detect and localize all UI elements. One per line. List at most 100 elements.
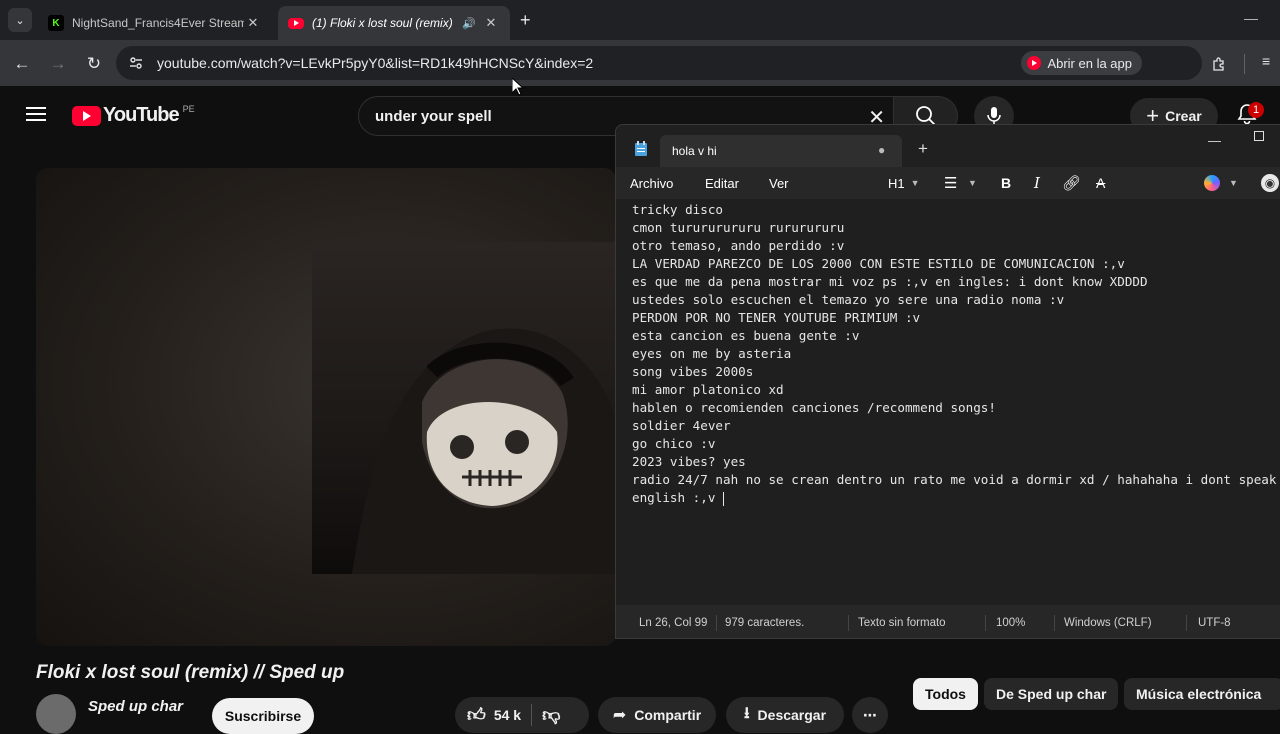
tab-search-button[interactable]: ⌄ xyxy=(8,8,32,32)
status-divider xyxy=(848,615,849,631)
heading-dropdown[interactable]: H1 ▼ xyxy=(888,176,920,191)
text-line: es que me da pena mostrar mi voz ps :,v … xyxy=(632,274,1148,289)
clear-format-icon[interactable]: A xyxy=(1096,175,1105,191)
download-button[interactable]: ⭳ Descargar xyxy=(726,697,844,733)
text-format[interactable]: Texto sin formato xyxy=(858,617,946,629)
browser-tab-strip: ⌄ K NightSand_Francis4Ever Stream ✕ (1) … xyxy=(0,0,1280,40)
extensions-icon[interactable] xyxy=(1206,51,1232,77)
hamburger-menu-icon[interactable] xyxy=(26,106,46,127)
status-divider xyxy=(1054,615,1055,631)
mouse-cursor-icon xyxy=(511,76,525,101)
text-line: esta cancion es buena gente :v xyxy=(632,328,860,343)
forward-icon[interactable]: → xyxy=(45,51,71,77)
country-code: PE xyxy=(182,103,195,114)
new-tab-icon[interactable]: + xyxy=(520,10,531,31)
account-icon[interactable]: ◉ xyxy=(1261,174,1279,192)
toolbar-divider xyxy=(1244,54,1245,74)
notepad-statusbar: Ln 26, Col 99 979 caracteres. Texto sin … xyxy=(616,607,1280,638)
minimize-window-icon[interactable]: — xyxy=(1244,10,1258,26)
notepad-text-area[interactable]: tricky disco cmon turururururu rururururu… xyxy=(616,199,1280,605)
tab-title: NightSand_Francis4Ever Stream xyxy=(72,16,244,30)
open-in-app-button[interactable]: Abrir en la app xyxy=(1021,51,1142,75)
text-line: ustedes solo escuchen el temazo yo sere … xyxy=(632,292,1065,307)
reading-list-icon[interactable]: ≡ xyxy=(1262,53,1270,69)
video-frame-image xyxy=(312,242,616,574)
notification-count-badge: 1 xyxy=(1248,102,1264,118)
share-icon: ➦ xyxy=(612,707,627,724)
tab-title: (1) Floki x lost soul (remix) xyxy=(312,16,453,30)
chip-electronic[interactable]: Música electrónica xyxy=(1124,678,1280,710)
text-line: hablen o recomienden canciones /recommen… xyxy=(632,400,996,415)
text-line: tricky disco xyxy=(632,202,723,217)
encoding[interactable]: UTF-8 xyxy=(1198,617,1231,629)
character-count: 979 caracteres. xyxy=(725,617,805,629)
notepad-tab[interactable]: hola v hi ● xyxy=(660,135,902,167)
site-settings-icon[interactable] xyxy=(128,55,144,76)
download-label: Descargar xyxy=(757,707,827,723)
video-player[interactable] xyxy=(36,168,616,646)
text-line: go chico :v xyxy=(632,436,716,451)
tab-nightsand[interactable]: K NightSand_Francis4Ever Stream ✕ xyxy=(38,6,272,40)
new-notepad-tab-icon[interactable]: + xyxy=(918,139,928,159)
text-line: PERDON POR NO TENER YOUTUBE PRIMIUM :v xyxy=(632,310,921,325)
youtube-app-icon xyxy=(1027,56,1042,70)
like-count[interactable]: 54 k xyxy=(494,707,521,723)
like-dislike-group: 👍︎ 54 k 👎︎ xyxy=(455,697,589,733)
notepad-menubar: Archivo Editar Ver H1 ▼ ☰ ▼ B I 🔗︎ A ▼ ◉ xyxy=(616,167,1280,199)
text-line: LA VERDAD PAREZCO DE LOS 2000 CON ESTE E… xyxy=(632,256,1125,271)
list-icon[interactable]: ☰ xyxy=(944,174,957,192)
unsaved-dot-icon[interactable]: ● xyxy=(878,143,885,157)
text-line: mi amor platonico xd xyxy=(632,382,784,397)
status-divider xyxy=(716,615,717,631)
close-tab-icon[interactable]: ✕ xyxy=(482,15,500,31)
tab-youtube[interactable]: (1) Floki x lost soul (remix) 🔊 ✕ xyxy=(278,6,510,40)
line-ending[interactable]: Windows (CRLF) xyxy=(1064,617,1152,629)
masked-figure-image xyxy=(352,328,616,574)
close-tab-icon[interactable]: ✕ xyxy=(244,15,262,31)
youtube-favicon-icon xyxy=(288,17,304,29)
heading-label: H1 xyxy=(888,175,905,191)
back-icon[interactable]: ← xyxy=(9,51,35,77)
omnibox[interactable]: youtube.com/watch?v=LEvkPr5pyY0&list=RD1… xyxy=(116,46,1202,80)
italic-icon[interactable]: I xyxy=(1034,174,1040,192)
search-query: under your spell xyxy=(375,107,492,125)
download-icon: ⭳ xyxy=(743,704,750,722)
chip-channel[interactable]: De Sped up char xyxy=(984,678,1119,710)
cursor-position: Ln 26, Col 99 xyxy=(639,617,708,629)
create-label: Crear xyxy=(1165,108,1202,124)
menu-file[interactable]: Archivo xyxy=(630,176,673,191)
share-label: Compartir xyxy=(634,707,702,723)
text-line: song vibes 2000s xyxy=(632,364,754,379)
notepad-maximize-icon[interactable] xyxy=(1254,131,1264,141)
notepad-window: hola v hi ● + — Archivo Editar Ver H1 ▼ … xyxy=(615,124,1280,639)
youtube-logo-icon xyxy=(72,105,101,126)
chevron-down-icon[interactable]: ▼ xyxy=(1229,178,1238,188)
like-icon[interactable]: 👍︎ xyxy=(467,704,486,726)
channel-name[interactable]: Sped up char xyxy=(88,698,183,715)
chip-all[interactable]: Todos xyxy=(913,678,978,710)
text-line: eyes on me by asteria xyxy=(632,346,792,361)
status-divider xyxy=(985,615,986,631)
menu-view[interactable]: Ver xyxy=(769,176,789,191)
chevron-down-icon[interactable]: ▼ xyxy=(968,178,977,188)
copilot-icon[interactable] xyxy=(1204,175,1220,191)
link-icon[interactable]: 🔗︎ xyxy=(1062,174,1081,192)
video-title: Floki x lost soul (remix) // Sped up xyxy=(36,662,345,683)
text-line: 2023 vibes? yes xyxy=(632,454,746,469)
notepad-tab-title: hola v hi xyxy=(672,144,717,158)
dislike-icon[interactable]: 👎︎ xyxy=(542,704,560,726)
zoom-level[interactable]: 100% xyxy=(996,617,1025,629)
notepad-minimize-icon[interactable]: — xyxy=(1208,133,1221,148)
channel-avatar[interactable] xyxy=(36,694,76,734)
share-button[interactable]: ➦ Compartir xyxy=(598,697,716,733)
bold-icon[interactable]: B xyxy=(1001,175,1011,191)
reload-icon[interactable]: ↻ xyxy=(81,51,107,77)
more-actions-icon[interactable]: ⋯ xyxy=(852,697,888,733)
text-caret xyxy=(723,491,724,506)
youtube-logo[interactable]: YouTube PE xyxy=(72,104,195,127)
menu-edit[interactable]: Editar xyxy=(705,176,739,191)
subscribe-button[interactable]: Suscribirse xyxy=(212,698,314,734)
url-text[interactable]: youtube.com/watch?v=LEvkPr5pyY0&list=RD1… xyxy=(157,55,593,71)
text-line: soldier 4ever xyxy=(632,418,731,433)
speaker-icon[interactable]: 🔊 xyxy=(462,17,476,30)
